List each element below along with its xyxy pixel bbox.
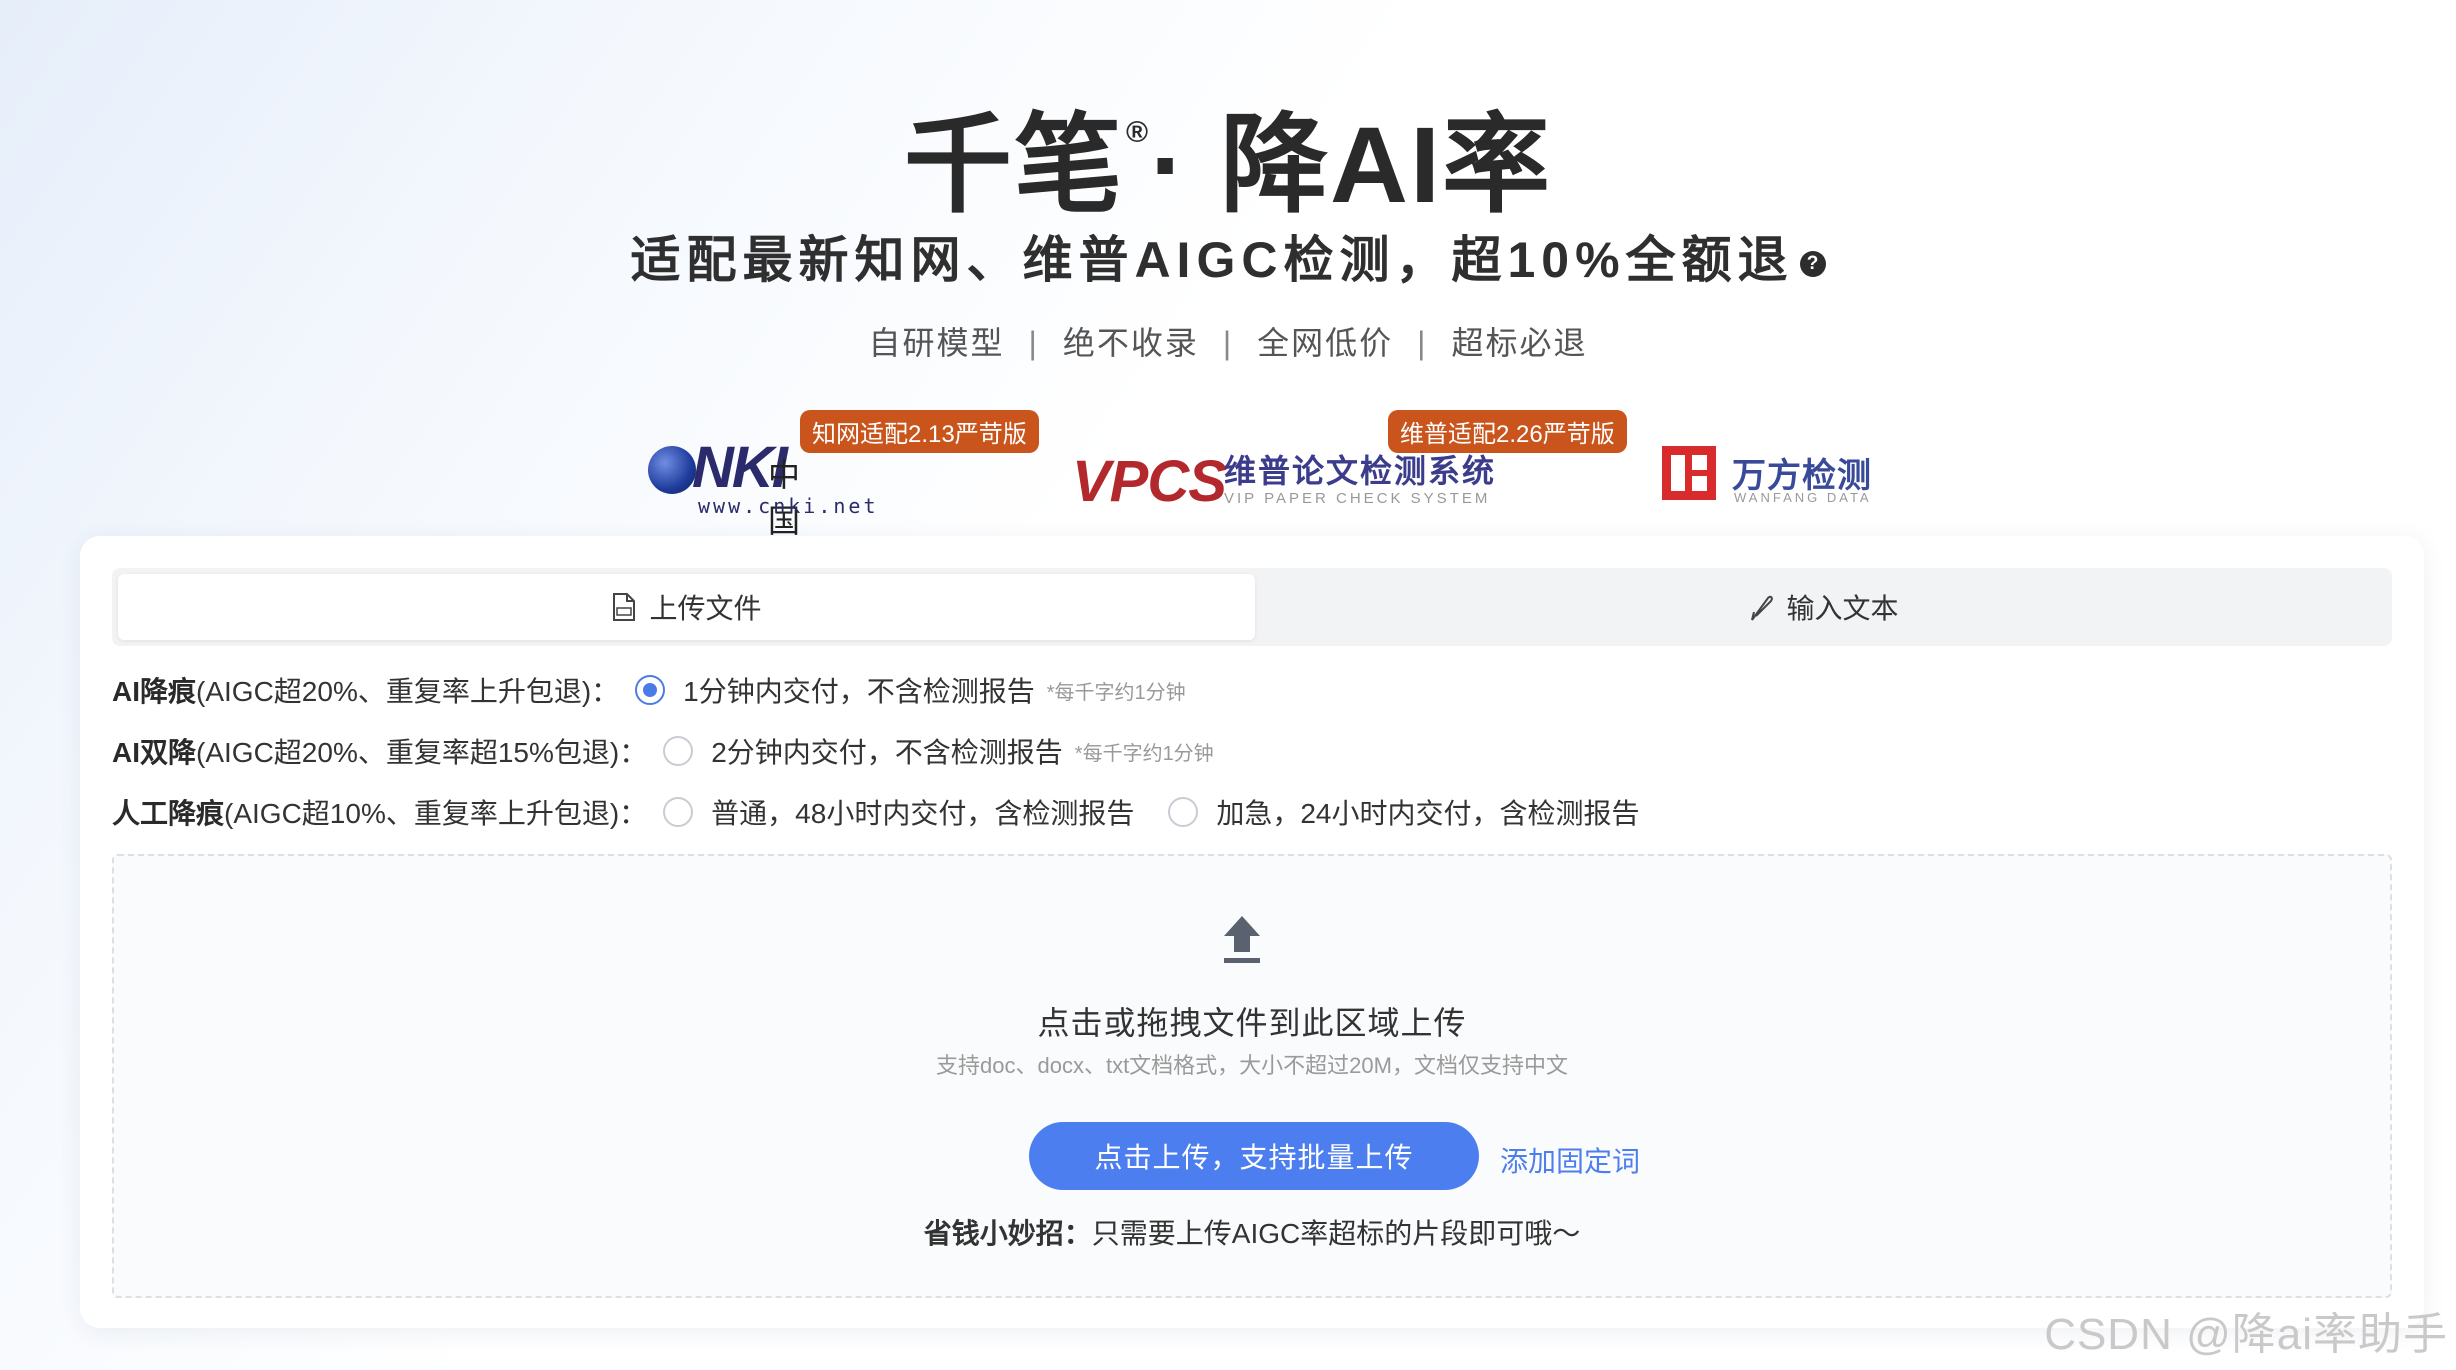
cnki-badge: 知网适配2.13严苛版 [800,410,1039,453]
option-row-ai-reduce: AI降痕 (AIGC超20%、重复率上升包退)： 1分钟内交付，不含检测报告 *… [112,670,1186,710]
add-fixed-words-link[interactable]: 添加固定词 [1500,1140,1640,1180]
upload-dropzone[interactable]: 点击或拖拽文件到此区域上传 支持doc、docx、txt文档格式，大小不超过20… [112,854,2392,1298]
tab-input-label: 输入文本 [1786,593,1899,624]
tab-input-text[interactable]: 输入文本 [1255,568,2392,646]
dropzone-hint: 支持doc、docx、txt文档格式，大小不超过20M，文档仅支持中文 [936,1053,1568,1078]
registered-mark: ® [1125,116,1151,149]
page-subtitle: 适配最新知网、维普AIGC检测，超10%全额退? [0,220,2456,292]
radio-manual-urgent[interactable] [1168,797,1199,827]
tip-text: 只需要上传AIGC率超标的片段即可哦～ [1091,1218,1581,1249]
option-row-ai-double: AI双降 (AIGC超20%、重复率超15%包退)： 2分钟内交付，不含检测报告… [112,731,1214,771]
option-desc: (AIGC超20%、重复率上升包退)： [196,676,620,707]
option-choice[interactable]: 普通，48小时内交付，含检测报告 [711,792,1134,832]
feature-item: 自研模型 [868,325,1005,361]
option-name: AI降痕 [112,676,197,707]
radio-ai-double-2min[interactable] [663,736,694,766]
option-choice[interactable]: 2分钟内交付，不含检测报告 [711,731,1063,771]
tab-upload-label: 上传文件 [649,593,762,624]
feature-item: 绝不收录 [1062,325,1199,361]
radio-ai-reduce-1min[interactable] [635,675,666,705]
option-choice[interactable]: 加急，24小时内交付，含检测报告 [1216,792,1639,832]
help-icon[interactable]: ? [1799,251,1826,277]
subtitle-text: 适配最新知网、维普AIGC检测，超10%全额退 [630,232,1794,288]
feature-separator: | [1028,325,1039,361]
feature-item: 超标必退 [1451,325,1588,361]
feature-list: 自研模型 | 绝不收录 | 全网低价 | 超标必退 [0,318,2456,364]
feature-separator: | [1222,325,1234,361]
feather-pen-icon [1748,592,1774,622]
saving-tip: 省钱小妙招：只需要上传AIGC率超标的片段即可哦～ [114,1212,2390,1252]
doc-file-icon [611,592,637,622]
option-name: AI双降 [112,737,197,768]
option-row-manual: 人工降痕 (AIGC超10%、重复率上升包退)： 普通，48小时内交付，含检测报… [112,792,1639,832]
csdn-watermark: CSDN @降ai率助手 [2044,1310,2448,1359]
tip-label: 省钱小妙招： [923,1218,1092,1249]
feature-item: 全网低价 [1257,325,1394,361]
vpcs-name: 维普论文检测系统 [1224,453,1497,489]
upload-icon [1222,914,1262,971]
option-desc: (AIGC超10%、重复率上升包退)： [224,798,648,829]
main-card: 上传文件 输入文本 AI降痕 (AIGC超20%、重复率上升包退)： 1分钟内交… [80,536,2424,1328]
option-note: *每千字约1分钟 [1046,681,1186,704]
option-note: *每千字约1分钟 [1074,742,1214,765]
feature-separator: | [1417,325,1428,361]
radio-manual-normal[interactable] [663,797,694,827]
option-name: 人工降痕 [112,798,225,829]
title-brand: 千笔 [903,104,1124,225]
cnki-globe-icon [648,446,696,494]
option-desc: (AIGC超20%、重复率超15%包退)： [196,737,648,768]
option-choice[interactable]: 1分钟内交付，不含检测报告 [683,670,1035,710]
cnki-url: www.cnki.net [698,494,879,518]
vpcs-mark: VPCS [1072,449,1227,514]
wanfang-mark-icon [1662,446,1716,500]
upload-button[interactable]: 点击上传，支持批量上传 [1029,1122,1479,1190]
tab-bar: 上传文件 输入文本 [112,568,2392,646]
tab-upload-file[interactable]: 上传文件 [118,574,1255,640]
page-title: 千笔®· 降AI率 [0,78,2456,234]
vpcs-english-name: VIP PAPER CHECK SYSTEM [1224,490,1491,507]
dropzone-title: 点击或拖拽文件到此区域上传 [1037,1005,1467,1041]
wanfang-english-name: WANFANG DATA [1734,490,1872,505]
title-product: · 降AI率 [1150,104,1553,225]
